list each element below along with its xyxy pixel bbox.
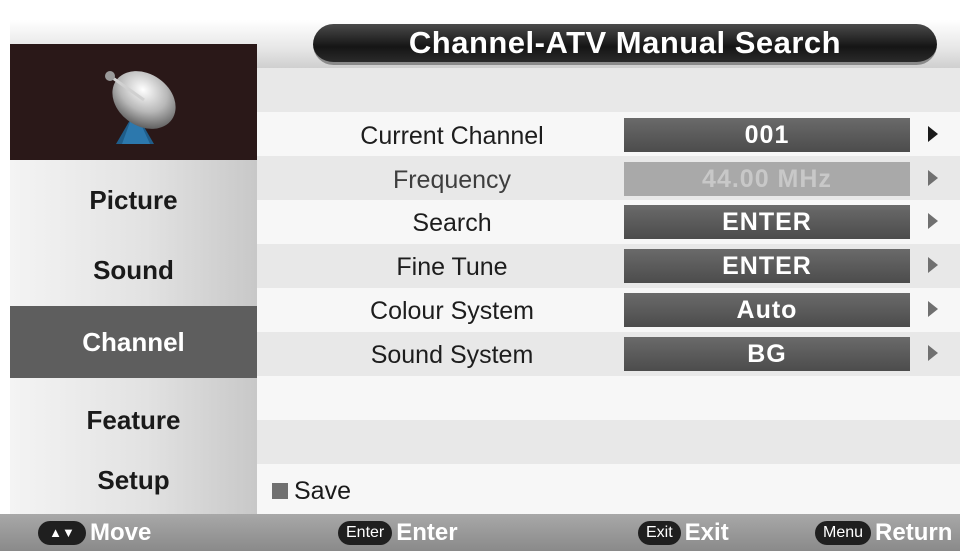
arrow-right-icon[interactable] <box>928 345 938 361</box>
hint-label: Exit <box>684 518 729 546</box>
sidebar-item-sound[interactable]: Sound <box>10 242 257 298</box>
setting-label: Sound System <box>370 340 534 369</box>
setting-label: Search <box>412 208 492 237</box>
up-down-key-icon: ▲▼ <box>38 520 86 545</box>
setting-label: Current Channel <box>360 121 544 150</box>
setting-value[interactable]: 001 <box>624 118 910 152</box>
hint-exit: Exit Exit <box>638 514 729 551</box>
sidebar-item-setup[interactable]: Setup <box>10 452 257 508</box>
sidebar-item-picture[interactable]: Picture <box>10 172 257 228</box>
hint-return: Menu Return <box>815 514 952 551</box>
menu-key-icon: Menu <box>815 520 872 545</box>
hint-label: Enter <box>396 518 458 546</box>
stripe <box>257 68 960 112</box>
arrow-right-icon[interactable] <box>928 213 938 229</box>
setting-row-frequency: Frequency 44.00 MHz <box>257 158 960 202</box>
square-icon <box>272 483 288 499</box>
sidebar-item-channel[interactable]: Channel <box>10 306 257 378</box>
hint-enter: Enter Enter <box>338 514 458 551</box>
setting-value[interactable]: ENTER <box>624 249 910 283</box>
stripe <box>257 420 960 464</box>
hint-label: Return <box>875 518 953 546</box>
setting-row-colour-system[interactable]: Colour System Auto <box>257 289 960 333</box>
setting-value[interactable]: Auto <box>624 293 910 327</box>
setting-label: Colour System <box>370 296 534 325</box>
stripe <box>257 464 960 514</box>
setting-value[interactable]: ENTER <box>624 205 910 239</box>
save-button[interactable]: Save <box>272 476 351 506</box>
setting-label: Fine Tune <box>396 252 508 281</box>
satellite-dish-icon <box>105 71 176 144</box>
exit-key-icon: Exit <box>638 520 681 545</box>
hint-label: Move <box>90 518 152 546</box>
arrow-right-icon[interactable] <box>928 257 938 273</box>
menu-title: Channel-ATV Manual Search <box>313 24 937 65</box>
arrow-right-icon <box>928 170 938 186</box>
enter-key-icon: Enter <box>338 520 393 545</box>
sidebar: Picture Sound Channel Feature Setup <box>10 44 257 514</box>
setting-value: 44.00 MHz <box>624 162 910 196</box>
setting-row-fine-tune[interactable]: Fine Tune ENTER <box>257 245 960 289</box>
setting-value[interactable]: BG <box>624 337 910 371</box>
arrow-right-icon[interactable] <box>928 301 938 317</box>
setting-row-sound-system[interactable]: Sound System BG <box>257 333 960 377</box>
arrow-right-icon[interactable] <box>928 126 938 142</box>
setting-row-search[interactable]: Search ENTER <box>257 201 960 245</box>
stripe <box>257 376 960 420</box>
setting-label: Frequency <box>392 165 512 194</box>
save-label: Save <box>294 476 351 505</box>
sidebar-item-feature[interactable]: Feature <box>10 392 257 448</box>
hint-move: ▲▼ Move <box>38 514 151 551</box>
setting-row-current-channel[interactable]: Current Channel 001 <box>257 114 960 158</box>
settings-panel: Current Channel 001 Frequency 44.00 MHz … <box>257 68 960 514</box>
key-hint-bar: ▲▼ Move Enter Enter Exit Exit Menu Retur… <box>0 514 960 551</box>
sidebar-icon-tile <box>10 44 257 160</box>
